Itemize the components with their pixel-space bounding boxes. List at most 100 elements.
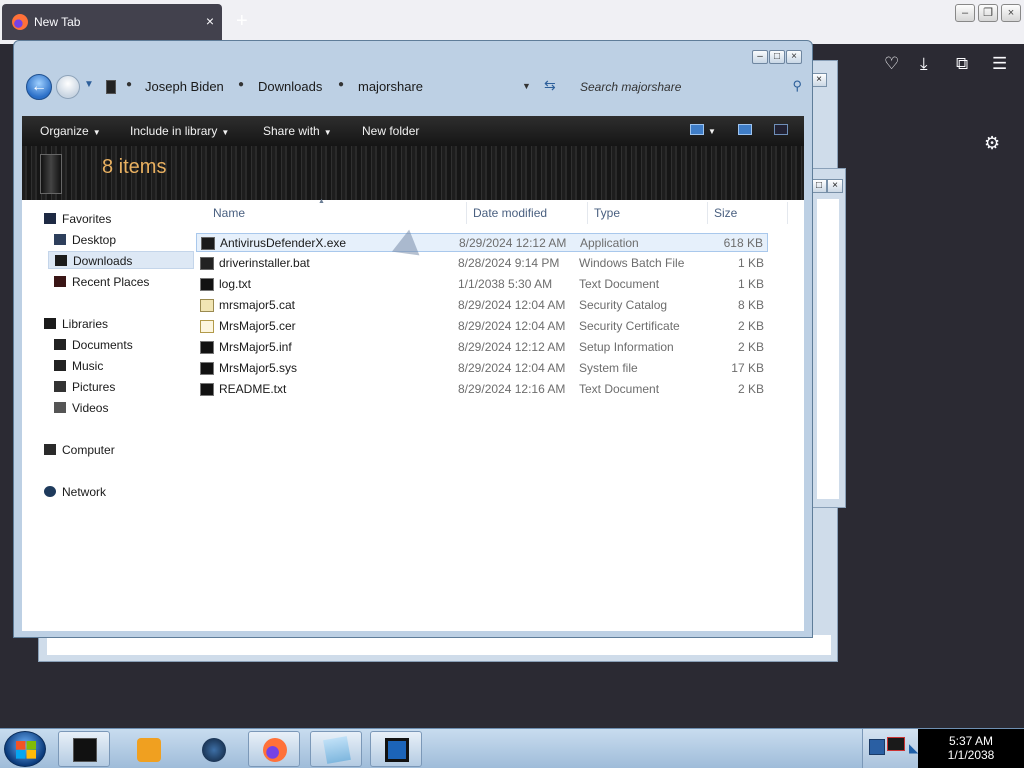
taskbar-media-player-button[interactable]	[122, 731, 174, 767]
file-row[interactable]: log.txt 1/1/2038 5:30 AM Text Document 1 KB	[196, 275, 768, 294]
background-close-icon[interactable]: ×	[811, 73, 827, 87]
taskbar-monitor-button[interactable]	[370, 731, 422, 767]
column-header-name[interactable]: Name	[213, 206, 245, 220]
change-view-icon[interactable]	[690, 124, 704, 135]
file-type: Setup Information	[579, 340, 674, 354]
catalog-icon	[200, 299, 214, 312]
sort-ascending-icon: ▲	[318, 198, 325, 205]
nav-documents[interactable]: Documents	[54, 336, 133, 354]
notepad-icon	[323, 736, 351, 764]
taskbar-firefox-button[interactable]	[248, 731, 300, 767]
file-row[interactable]: MrsMajor5.inf 8/29/2024 12:12 AM Setup Inf…	[196, 338, 768, 357]
file-date-modified: 8/29/2024 12:16 AM	[458, 382, 566, 396]
nav-computer[interactable]: Computer	[44, 441, 115, 459]
file-row[interactable]: driverinstaller.bat 8/28/2024 9:14 PM Wind…	[196, 254, 768, 273]
new-tab-button[interactable]: +	[236, 10, 248, 33]
background-restore-icon[interactable]: □	[811, 179, 827, 193]
extensions-icon[interactable]: ⧉	[956, 54, 968, 74]
nav-network[interactable]: Network	[44, 483, 106, 501]
column-divider[interactable]	[466, 202, 467, 224]
tab-new-tab[interactable]: New Tab ×	[2, 4, 222, 40]
file-row[interactable]: AntivirusDefenderX.exe 8/29/2024 12:12 AM…	[196, 233, 768, 252]
nav-pictures[interactable]: Pictures	[54, 378, 115, 396]
explorer-close-button[interactable]: ×	[786, 50, 802, 64]
taskbar-explorer-button[interactable]	[58, 731, 110, 767]
taskbar-globe-button[interactable]	[187, 731, 239, 767]
nav-recent-places[interactable]: Recent Places	[54, 273, 149, 291]
nav-computer-label: Computer	[62, 443, 115, 457]
start-button[interactable]	[4, 731, 46, 767]
close-button[interactable]: ×	[1001, 4, 1021, 22]
organize-button[interactable]: Organize ▼	[40, 124, 101, 138]
menu-icon[interactable]: ☰	[992, 54, 1007, 74]
nav-desktop[interactable]: Desktop	[54, 231, 116, 249]
items-count: 8 items	[102, 156, 167, 178]
breadcrumb-downloads[interactable]: Downloads	[258, 79, 322, 94]
column-divider[interactable]	[707, 202, 708, 224]
download-icon[interactable]: ⤓	[920, 54, 928, 74]
clock-time: 5:37 AM	[948, 734, 994, 748]
tab-close-icon[interactable]: ×	[206, 13, 214, 29]
background-file-list	[47, 635, 831, 655]
file-list: ▲ Name Date modified Type Size Antivirus…	[192, 198, 804, 631]
breadcrumb-majorshare[interactable]: majorshare	[358, 79, 423, 94]
system-clock[interactable]: 5:37 AM 1/1/2038	[918, 729, 1024, 768]
pocket-icon[interactable]: ♡	[884, 54, 899, 74]
file-row[interactable]: mrsmajor5.cat 8/29/2024 12:04 AM Security …	[196, 296, 768, 315]
forward-button[interactable]	[56, 75, 80, 99]
refresh-icon[interactable]: ⇆	[544, 77, 556, 94]
file-name: log.txt	[219, 277, 252, 291]
alert-tray-icon[interactable]	[887, 737, 905, 751]
explorer-minimize-button[interactable]: –	[752, 50, 768, 64]
column-header-type[interactable]: Type	[594, 206, 620, 220]
background-scrollbar[interactable]	[817, 199, 839, 499]
nav-libraries[interactable]: Libraries	[44, 315, 108, 333]
media-player-icon	[137, 738, 161, 762]
breadcrumb-separator-icon[interactable]: ●	[238, 79, 244, 90]
folder-device-icon	[40, 154, 62, 194]
network-tray-icon[interactable]: ◣	[909, 741, 918, 755]
address-dropdown-icon[interactable]: ▼	[522, 81, 531, 91]
address-folder-icon	[106, 80, 116, 94]
help-icon[interactable]	[774, 124, 788, 135]
back-button[interactable]: ←	[26, 74, 52, 100]
browser-tab-bar: New Tab × + – ❐ ×	[0, 0, 1024, 44]
nav-videos[interactable]: Videos	[54, 399, 108, 417]
settings-gear-icon[interactable]: ⚙	[984, 133, 1000, 154]
file-row[interactable]: README.txt 8/29/2024 12:16 AM Text Documen…	[196, 380, 768, 399]
file-type: Application	[580, 236, 639, 250]
nav-favorites[interactable]: Favorites	[44, 210, 111, 228]
column-header-date-modified[interactable]: Date modified	[473, 206, 547, 220]
background-close-icon-2[interactable]: ×	[827, 179, 843, 193]
file-row[interactable]: MrsMajor5.sys 8/29/2024 12:04 AM System fi…	[196, 359, 768, 378]
preview-pane-icon[interactable]	[738, 124, 752, 135]
column-divider[interactable]	[787, 202, 788, 224]
taskbar-notepad-button[interactable]	[310, 731, 362, 767]
view-dropdown-icon[interactable]: ▼	[708, 127, 716, 136]
nav-downloads[interactable]: Downloads	[48, 251, 194, 269]
file-date-modified: 8/29/2024 12:12 AM	[459, 236, 567, 250]
breadcrumb-separator-icon[interactable]: ●	[338, 79, 344, 90]
search-icon[interactable]: ⚲	[792, 78, 802, 94]
file-type: Security Catalog	[579, 298, 668, 312]
star-icon	[44, 213, 56, 224]
recent-pages-dropdown-icon[interactable]: ▼	[84, 79, 94, 90]
tab-title: New Tab	[34, 15, 81, 29]
column-divider[interactable]	[587, 202, 588, 224]
new-folder-button[interactable]: New folder	[362, 124, 419, 138]
breadcrumb-joseph-biden[interactable]: Joseph Biden	[145, 79, 224, 94]
security-tray-icon[interactable]	[869, 739, 885, 755]
windows-logo-icon	[16, 741, 36, 759]
share-with-button[interactable]: Share with ▼	[263, 124, 332, 138]
breadcrumb-separator-icon[interactable]: ●	[126, 79, 132, 90]
explorer-maximize-button[interactable]: □	[769, 50, 785, 64]
file-name: MrsMajor5.sys	[219, 361, 298, 375]
column-header-size[interactable]: Size	[714, 206, 737, 220]
file-row[interactable]: MrsMajor5.cer 8/29/2024 12:04 AM Security …	[196, 317, 768, 336]
search-input[interactable]	[570, 75, 804, 99]
clock-date: 1/1/2038	[947, 748, 995, 762]
include-in-library-button[interactable]: Include in library ▼	[130, 124, 229, 138]
minimize-button[interactable]: –	[955, 4, 975, 22]
nav-music[interactable]: Music	[54, 357, 103, 375]
restore-button[interactable]: ❐	[978, 4, 998, 22]
